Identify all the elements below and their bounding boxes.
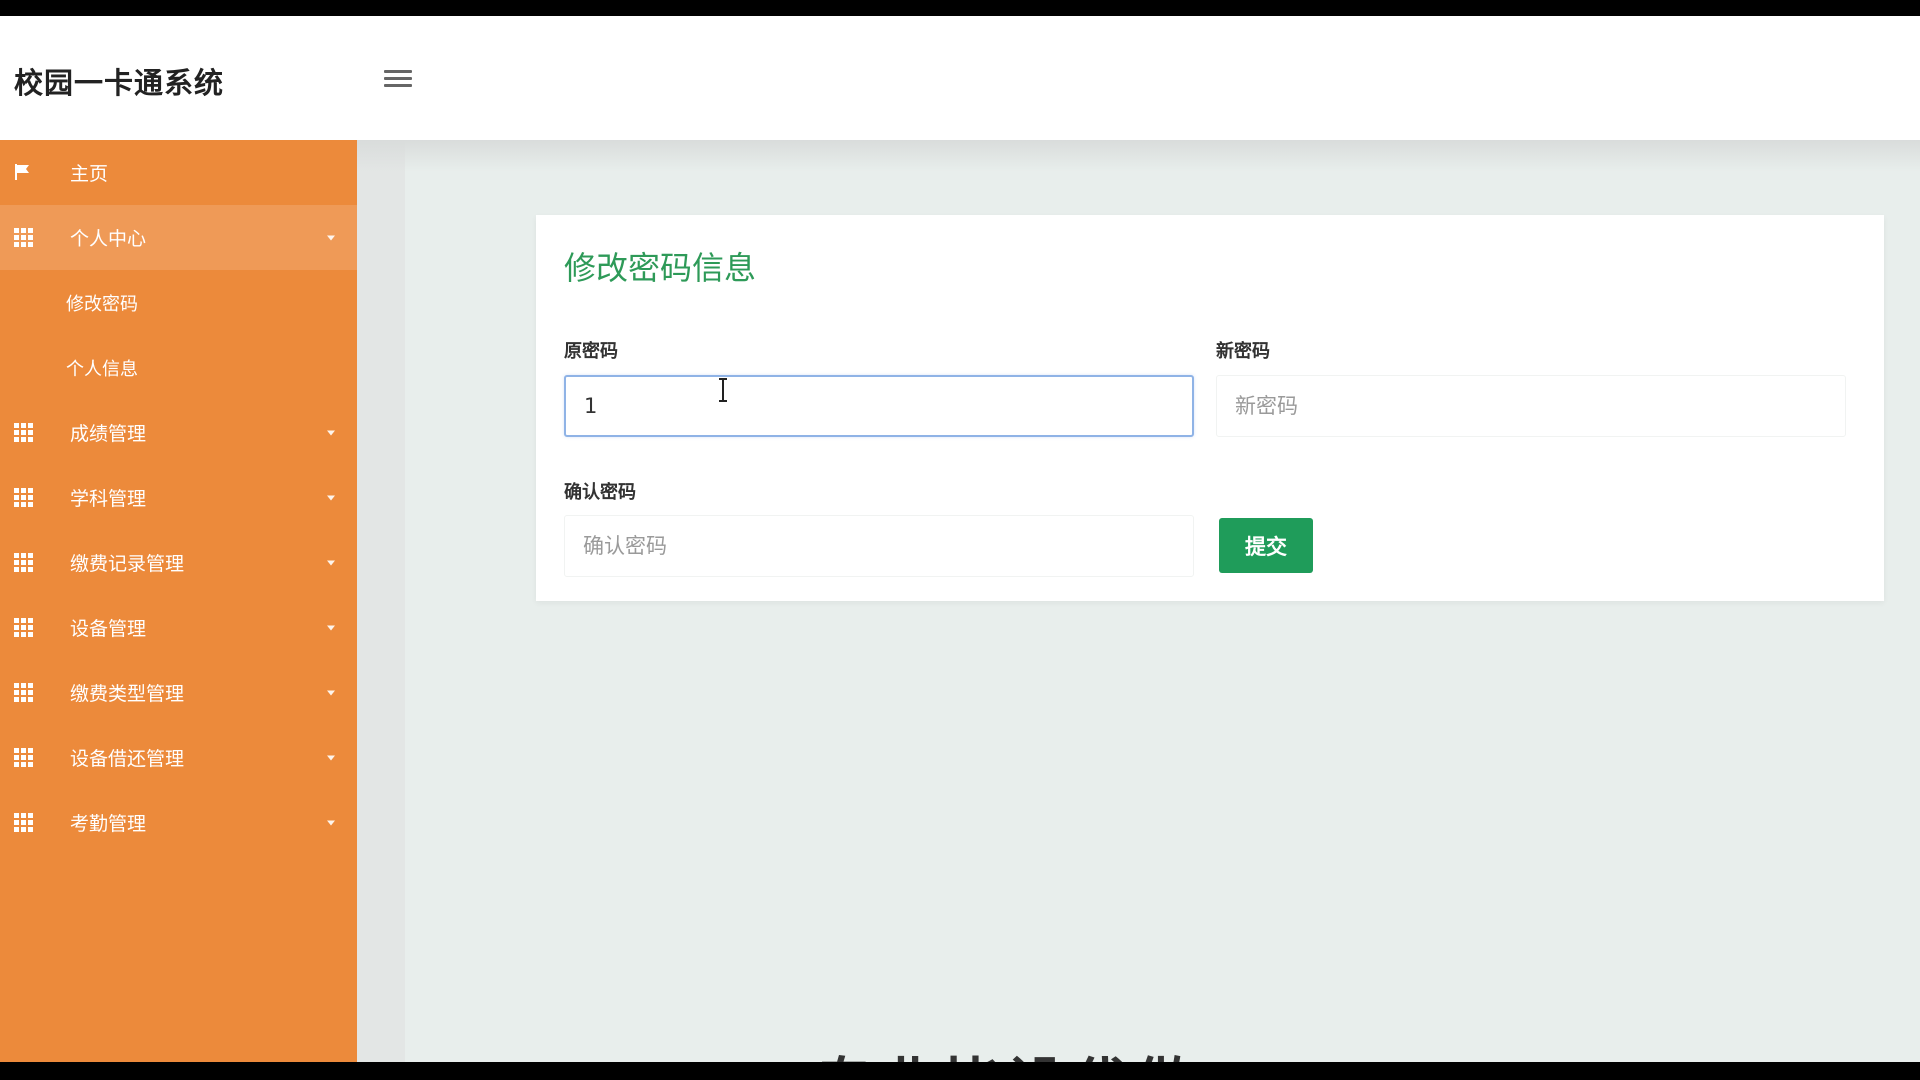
flag-icon (14, 163, 34, 183)
confirm-password-input[interactable] (564, 515, 1194, 577)
form-title: 修改密码信息 (564, 249, 757, 287)
sidebar-item-label: 缴费类型管理 (70, 683, 185, 705)
new-password-input[interactable] (1216, 375, 1846, 437)
grid-icon (14, 682, 34, 703)
new-password-label: 新密码 (1216, 341, 1270, 362)
caret-down-icon (327, 560, 335, 565)
grid-icon (14, 552, 34, 573)
header-shadow (357, 140, 1920, 172)
sidebar-item-grades[interactable]: 成绩管理 (0, 400, 357, 465)
sidebar-item-label: 考勤管理 (70, 813, 147, 835)
text-cursor-icon (719, 378, 727, 402)
sidebar-subitem-personal-info[interactable]: 个人信息 (0, 335, 357, 400)
sidebar-item-label: 缴费记录管理 (70, 553, 185, 575)
sidebar-item-devices[interactable]: 设备管理 (0, 595, 357, 660)
grid-icon (14, 422, 34, 443)
caret-down-icon (327, 495, 335, 500)
grid-icon (14, 227, 34, 248)
grid-icon (14, 812, 34, 833)
sidebar-item-home[interactable]: 主页 (0, 140, 357, 205)
sidebar-item-label: 主页 (70, 163, 109, 185)
old-password-label: 原密码 (564, 341, 618, 362)
caret-down-icon (327, 430, 335, 435)
confirm-password-label: 确认密码 (564, 482, 636, 503)
sidebar-item-label: 成绩管理 (70, 423, 147, 445)
sidebar-item-label: 个人中心 (70, 228, 147, 250)
grid-icon (14, 617, 34, 638)
sidebar-item-label: 设备借还管理 (70, 748, 185, 770)
submit-button[interactable]: 提交 (1219, 518, 1313, 573)
content-gutter (357, 140, 405, 1062)
sidebar-item-personal-center[interactable]: 个人中心 (0, 205, 357, 270)
sidebar-item-subjects[interactable]: 学科管理 (0, 465, 357, 530)
app-window: 校园一卡通系统 主页 个人中心 修改密码 个人信息 成绩管理 学科管理 缴费记录… (0, 16, 1920, 1062)
top-header: 校园一卡通系统 (0, 16, 1920, 140)
caret-down-icon (327, 690, 335, 695)
sidebar-item-payment-records[interactable]: 缴费记录管理 (0, 530, 357, 595)
grid-icon (14, 487, 34, 508)
app-title: 校园一卡通系统 (14, 66, 225, 100)
sidebar-item-label: 设备管理 (70, 618, 147, 640)
sidebar: 主页 个人中心 修改密码 个人信息 成绩管理 学科管理 缴费记录管理 设备管理 (0, 140, 357, 1062)
old-password-input[interactable] (564, 375, 1194, 437)
watermark-text: 专业毕设代做 (815, 1038, 1199, 1062)
change-password-card: 修改密码信息 原密码 新密码 确认密码 提交 (536, 215, 1884, 601)
sidebar-item-payment-types[interactable]: 缴费类型管理 (0, 660, 357, 725)
sidebar-subitem-change-password[interactable]: 修改密码 (0, 270, 357, 335)
video-letterbox-bottom (0, 1062, 1920, 1080)
caret-down-icon (327, 625, 335, 630)
sidebar-item-device-lending[interactable]: 设备借还管理 (0, 725, 357, 790)
grid-icon (14, 747, 34, 768)
menu-toggle-icon[interactable] (384, 66, 412, 94)
caret-down-icon (327, 820, 335, 825)
sidebar-item-attendance[interactable]: 考勤管理 (0, 790, 357, 855)
caret-up-icon (327, 235, 335, 240)
caret-down-icon (327, 755, 335, 760)
sidebar-item-label: 学科管理 (70, 488, 147, 510)
